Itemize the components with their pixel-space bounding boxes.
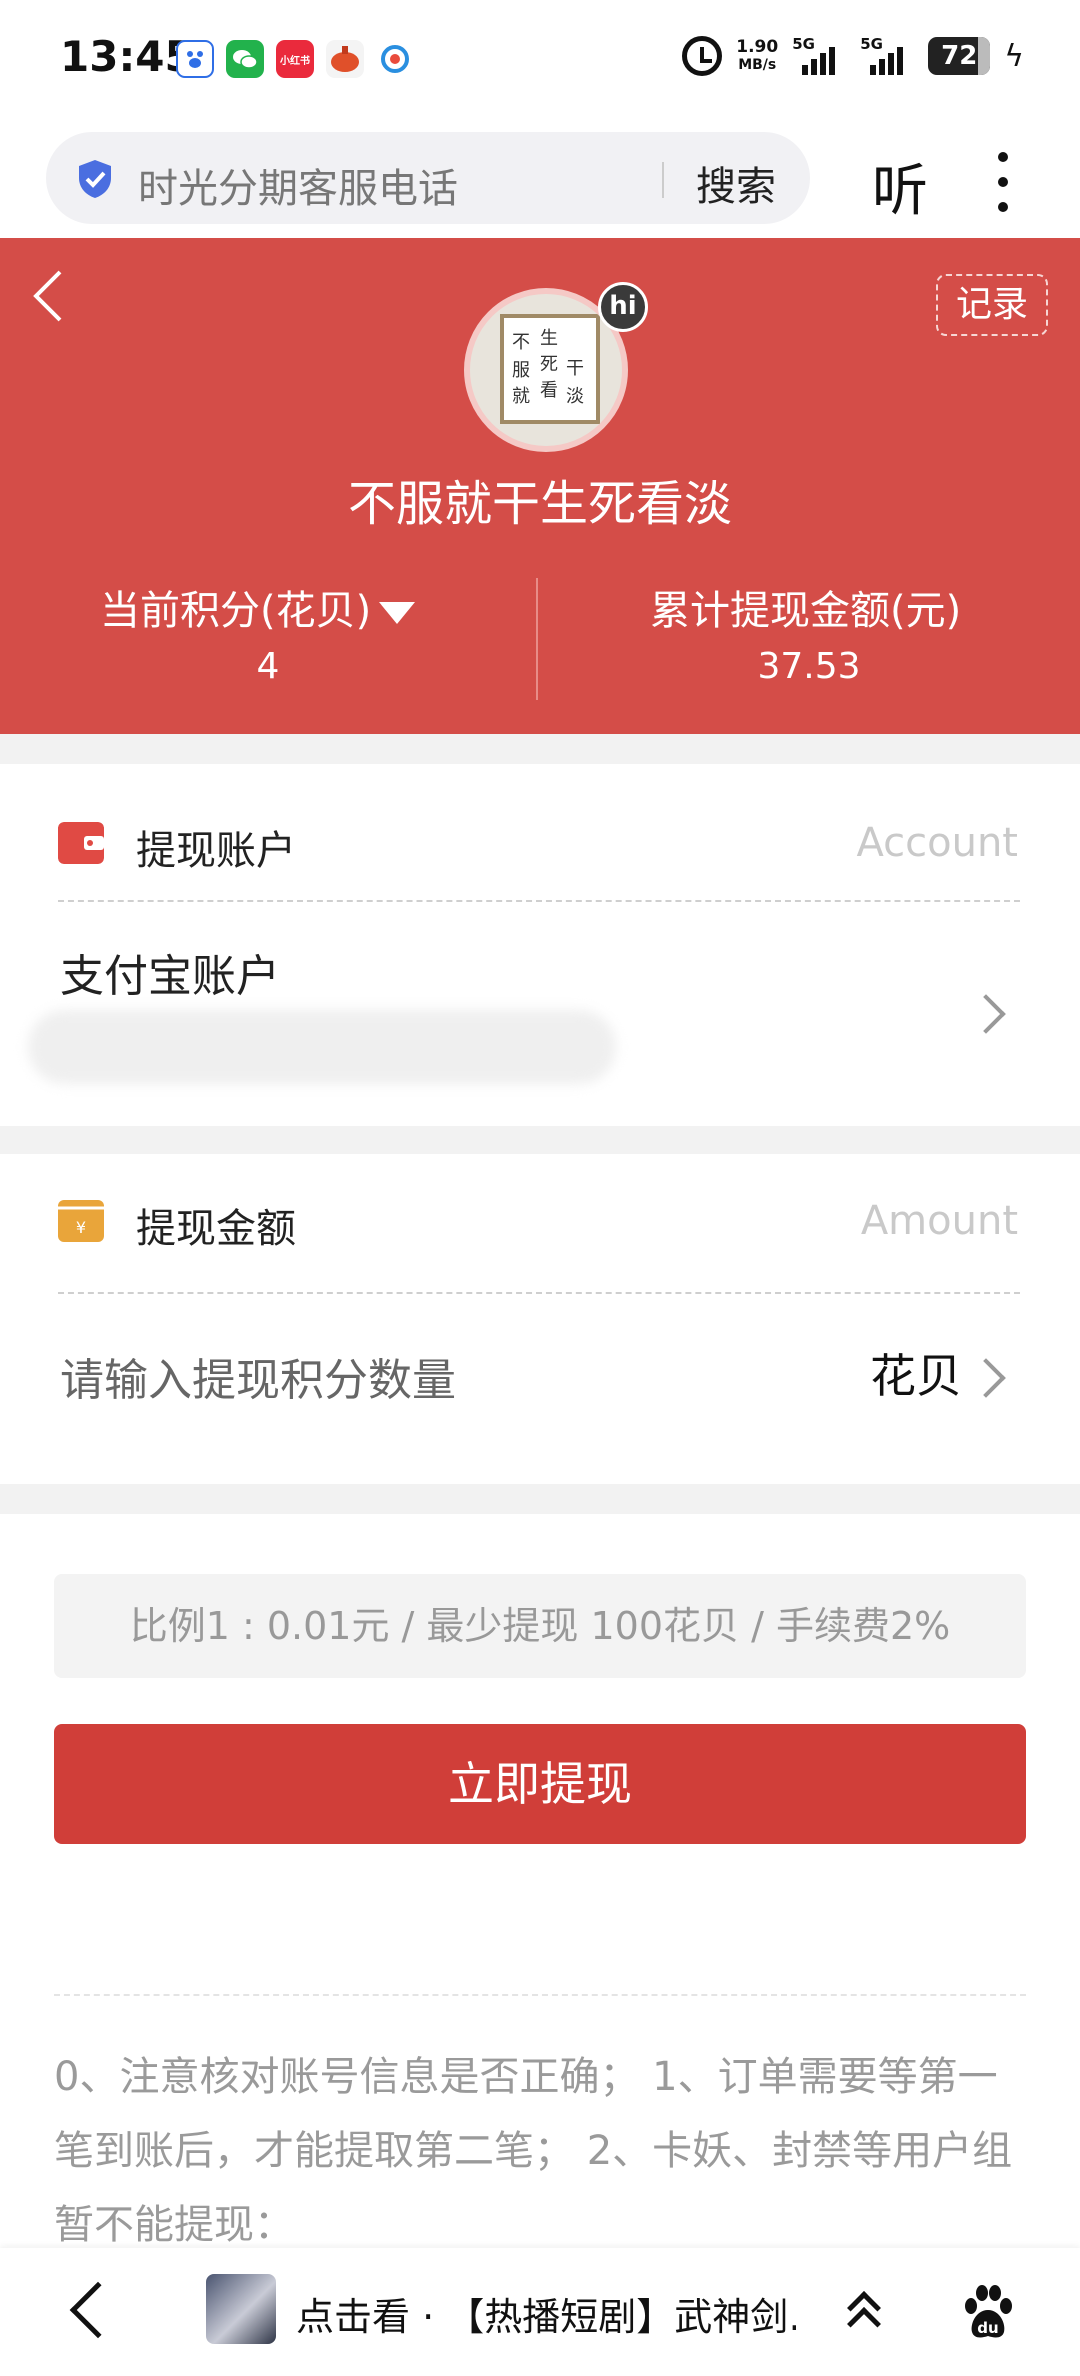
game-app-icon bbox=[326, 40, 364, 78]
shield-icon bbox=[79, 160, 111, 198]
ratio-info: 比例1 : 0.01元 / 最少提现 100花贝 / 手续费2% bbox=[54, 1574, 1026, 1678]
divider bbox=[54, 1994, 1026, 1996]
amount-section-title: 提现金额 bbox=[136, 1206, 296, 1252]
charging-icon: ϟ bbox=[1004, 38, 1024, 74]
divider bbox=[58, 1292, 1020, 1294]
account-section-english: Account bbox=[856, 820, 1018, 866]
divider bbox=[58, 900, 1020, 902]
network-speed-unit: MB/s bbox=[738, 57, 777, 73]
xiaohongshu-app-icon: 小红书 bbox=[276, 40, 314, 78]
caret-down-icon bbox=[379, 602, 416, 624]
record-button[interactable]: 记录 bbox=[936, 274, 1048, 336]
alarm-icon bbox=[682, 36, 723, 76]
system-icons: 1.90 MB/s 5G 5G 72 ϟ bbox=[682, 35, 1024, 76]
profile-header: 记录 不生 服死 就看 干淡 hi 不服就干生死看淡 当前积分(花贝) 4 累计… bbox=[0, 238, 1080, 734]
signal-icon-1: 5G bbox=[792, 35, 846, 75]
browser-bottom-bar: 点击看 · 【热播短剧】武神剑… du bbox=[0, 2248, 1080, 2376]
withdraw-account-card: 提现账户 Account 支付宝账户 bbox=[0, 764, 1080, 1126]
network-speed-value: 1.90 bbox=[736, 37, 779, 57]
status-bar: 13:45 小红书 1.90 MB/s 5G 5G 72 ϟ bbox=[0, 0, 1080, 122]
search-button[interactable]: 搜索 bbox=[696, 154, 776, 212]
promo-text[interactable]: 点击看 · 【热播短剧】武神剑… bbox=[296, 2286, 796, 2341]
amount-section-english: Amount bbox=[860, 1198, 1018, 1244]
points-selector[interactable]: 当前积分(花贝) bbox=[100, 578, 416, 636]
network-speed: 1.90 MB/s bbox=[736, 38, 778, 74]
account-section-title: 提现账户 bbox=[136, 828, 296, 874]
withdraw-amount-card: ¥ 提现金额 Amount 请输入提现积分数量 花贝 bbox=[0, 1154, 1080, 1484]
battery-level: 72 bbox=[941, 41, 978, 71]
browser-app-icon bbox=[376, 40, 414, 78]
browser-search-bar: 时光分期客服电话 搜索 听 bbox=[0, 122, 1080, 238]
chevron-right-icon[interactable] bbox=[966, 1358, 1006, 1398]
back-icon[interactable] bbox=[69, 2281, 127, 2339]
avatar-calligraphy-image: 不生 服死 就看 干淡 bbox=[500, 314, 600, 424]
baidu-app-icon bbox=[176, 40, 214, 78]
xiaohongshu-app-text: 小红书 bbox=[280, 55, 310, 67]
baidu-paw-icon[interactable]: du bbox=[962, 2284, 1014, 2340]
total-withdrawn-label: 累计提现金额(元) bbox=[650, 588, 962, 634]
total-withdrawn-value: 37.53 bbox=[757, 646, 861, 687]
user-nickname: 不服就干生死看淡 bbox=[347, 476, 732, 532]
status-time: 13:45 bbox=[60, 32, 194, 81]
signal-icon-2: 5G bbox=[860, 35, 914, 75]
hi-badge: hi bbox=[598, 282, 648, 332]
account-selector[interactable]: 支付宝账户 bbox=[0, 904, 1080, 1126]
amount-input[interactable]: 请输入提现积分数量 bbox=[60, 1344, 456, 1408]
withdraw-now-button[interactable]: 立即提现 bbox=[54, 1724, 1026, 1844]
withdraw-action-card: 比例1 : 0.01元 / 最少提现 100花贝 / 手续费2% 立即提现 0、… bbox=[0, 1514, 1080, 2376]
withdraw-notes: 0、注意核对账号信息是否正确； 1、订单需要等第一笔到账后，才能提取第二笔； 2… bbox=[54, 2054, 1013, 2248]
listen-button[interactable]: 听 bbox=[872, 146, 928, 227]
notification-app-icons: 小红书 bbox=[176, 40, 414, 78]
search-box[interactable]: 时光分期客服电话 搜索 bbox=[46, 132, 810, 224]
account-type: 支付宝账户 bbox=[60, 951, 280, 1002]
promo-thumbnail[interactable] bbox=[206, 2274, 276, 2344]
points-value: 4 bbox=[256, 646, 280, 687]
wallet-icon bbox=[58, 822, 104, 864]
back-arrow-icon[interactable] bbox=[28, 268, 68, 324]
signal-label-1: 5G bbox=[792, 35, 815, 53]
account-number-redacted bbox=[28, 1010, 616, 1084]
svg-text:du: du bbox=[977, 2319, 998, 2337]
chevron-right-icon bbox=[966, 994, 1006, 1034]
svg-text:¥: ¥ bbox=[76, 1218, 86, 1237]
money-envelope-icon: ¥ bbox=[58, 1200, 104, 1242]
more-menu-icon[interactable] bbox=[998, 152, 1008, 212]
search-divider bbox=[662, 162, 664, 198]
battery-icon: 72 bbox=[928, 37, 991, 75]
points-label: 当前积分(花贝) bbox=[100, 588, 372, 634]
amount-unit[interactable]: 花贝 bbox=[870, 1340, 962, 1406]
signal-label-2: 5G bbox=[860, 35, 883, 53]
wechat-app-icon bbox=[226, 40, 264, 78]
search-query[interactable]: 时光分期客服电话 bbox=[138, 156, 458, 214]
app-root: 13:45 小红书 1.90 MB/s 5G 5G 72 ϟ 时光分期客服电话 … bbox=[0, 0, 1080, 2376]
